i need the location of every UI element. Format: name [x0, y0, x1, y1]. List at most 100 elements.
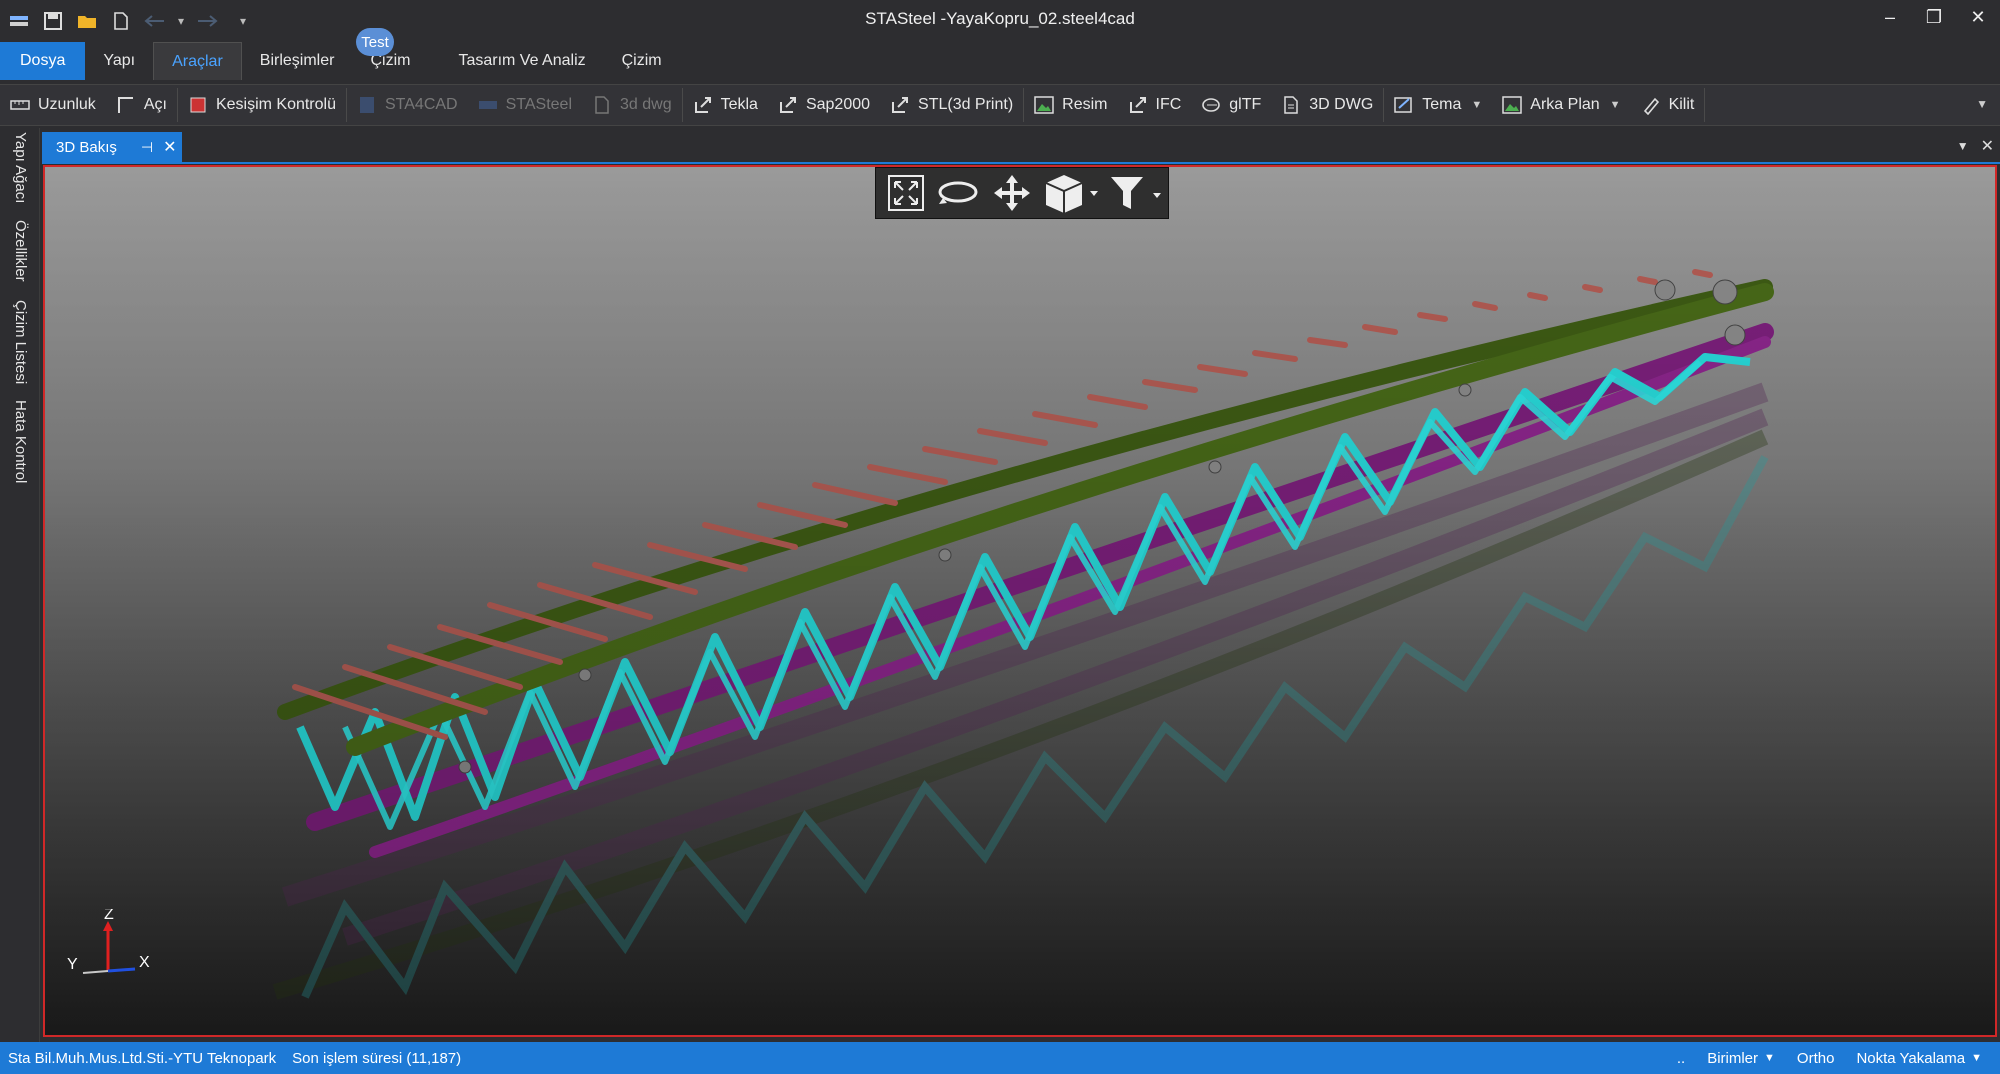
toolbar-separator — [1704, 88, 1706, 122]
kesisim-kontrolu-button[interactable]: Kesişim Kontrolü — [178, 85, 346, 125]
tab-3d-bakis[interactable]: 3D Bakış ⊣ ✕ — [42, 132, 182, 162]
3d-dwg-label: 3D DWG — [1309, 96, 1374, 113]
side-tab-yapi-agaci[interactable]: Yapı Ağacı — [12, 132, 29, 203]
toolbar-overflow-icon[interactable]: ▼ — [1976, 97, 1988, 111]
ifc-label: IFC — [1155, 96, 1182, 113]
chevron-down-icon: ▼ — [1609, 99, 1621, 111]
gltf-icon — [1201, 95, 1221, 115]
clash-check-icon — [188, 95, 208, 115]
snap-label: Nokta Yakalama — [1856, 1049, 1966, 1067]
kilit-button[interactable]: Kilit — [1631, 85, 1705, 125]
3d-dwg-lower-button[interactable]: 3d dwg — [582, 85, 682, 125]
window-title: STASteel -YayaKopru_02.steel4cad — [865, 9, 1135, 28]
3d-viewport[interactable]: Z Y X — [43, 165, 1997, 1037]
side-panel: Yapı Ağacı Özellikler Çizim Listesi Hata… — [0, 128, 40, 1042]
3d-dwg-lower-label: 3d dwg — [620, 96, 672, 113]
image-icon — [1034, 95, 1054, 115]
view-cube-icon[interactable] — [1041, 170, 1103, 216]
document-tab-strip: 3D Bakış ⊣ ✕ ▼ ✕ — [42, 132, 2000, 164]
orbit-icon[interactable] — [934, 170, 984, 216]
sap2000-label: Sap2000 — [805, 96, 871, 113]
filter-icon[interactable] — [1106, 170, 1168, 216]
sta4cad-button[interactable]: STA4CAD — [347, 85, 468, 125]
units-dropdown[interactable]: Birimler ▼ — [1699, 1050, 1783, 1067]
tema-dropdown[interactable]: Tema ▼ — [1384, 85, 1492, 125]
tab-cizim[interactable]: Çizim — [604, 42, 680, 80]
view-tools — [875, 167, 1169, 219]
tekla-label: Tekla — [720, 96, 758, 113]
export-icon — [693, 95, 713, 115]
status-dots: .. — [1676, 1049, 1686, 1067]
tab-birlesimler[interactable]: Birleşimler — [242, 42, 353, 80]
units-label: Birimler — [1707, 1049, 1759, 1067]
gltf-button[interactable]: glTF — [1191, 85, 1271, 125]
tab-araclar[interactable]: Araçlar — [153, 42, 242, 80]
pan-icon[interactable] — [987, 170, 1037, 216]
close-icon[interactable]: ✕ — [1956, 0, 2000, 34]
ifc-button[interactable]: IFC — [1118, 85, 1192, 125]
tab-tasarim-ve-analiz[interactable]: Tasarım Ve Analiz — [428, 42, 603, 80]
arka-plan-dropdown[interactable]: Arka Plan ▼ — [1492, 85, 1630, 125]
gltf-label: glTF — [1229, 96, 1262, 113]
status-bar: Sta Bil.Muh.Mus.Ltd.Sti.-YTU Teknopark S… — [0, 1042, 2000, 1074]
resim-button[interactable]: Resim — [1024, 85, 1117, 125]
resim-label: Resim — [1062, 96, 1108, 113]
status-last-operation: Son işlem süresi (11,187) — [292, 1049, 462, 1067]
dwg-file-icon — [592, 95, 612, 115]
chevron-down-icon: ▼ — [1971, 1052, 1982, 1064]
lock-icon — [1641, 95, 1661, 115]
arka-plan-label: Arka Plan — [1530, 96, 1600, 113]
uzunluk-button[interactable]: Uzunluk — [0, 85, 106, 125]
stasteel-button[interactable]: STASteel — [468, 85, 582, 125]
title-bar: ▾ ▾ STASteel -YayaKopru_02.steel4cad – ❐… — [0, 0, 2000, 40]
tab-strip-underline — [42, 162, 2000, 164]
axis-x-label: X — [139, 954, 150, 971]
bridge-model-render — [45, 167, 1995, 1035]
export-icon — [890, 95, 910, 115]
close-icon[interactable]: ✕ — [1981, 136, 1994, 156]
zoom-extents-icon[interactable] — [882, 170, 930, 216]
chevron-down-icon: ▼ — [1471, 99, 1483, 111]
restore-icon[interactable]: ❐ — [1912, 0, 1956, 34]
snap-dropdown[interactable]: Nokta Yakalama ▼ — [1848, 1050, 1990, 1067]
theme-icon — [1394, 95, 1414, 115]
minimize-icon[interactable]: – — [1868, 0, 1912, 34]
chevron-down-icon: ▼ — [1764, 1052, 1775, 1064]
axis-z-label: Z — [104, 909, 114, 923]
axis-y-label: Y — [67, 956, 78, 973]
side-tab-cizim-listesi[interactable]: Çizim Listesi — [12, 300, 29, 384]
dwg-file-icon — [1281, 95, 1301, 115]
stasteel-label: STASteel — [505, 96, 572, 113]
pin-icon[interactable]: ⊣ — [141, 139, 153, 156]
close-tab-icon[interactable]: ✕ — [163, 137, 176, 157]
background-icon — [1502, 95, 1523, 115]
tools-toolbar: Uzunluk Açı Kesişim Kontrolü STA4CAD STA… — [0, 84, 2000, 126]
status-company: Sta Bil.Muh.Mus.Ltd.Sti.-YTU Teknopark — [8, 1049, 277, 1067]
angle-icon — [116, 95, 136, 115]
tekla-button[interactable]: Tekla — [683, 85, 768, 125]
3d-dwg-button[interactable]: 3D DWG — [1271, 85, 1383, 125]
tab-dosya[interactable]: Dosya — [0, 42, 86, 80]
ortho-toggle[interactable]: Ortho — [1789, 1050, 1843, 1067]
aci-button[interactable]: Açı — [106, 85, 177, 125]
ribbon-tabs: Dosya Yapı Araçlar Birleşimler Çizim Tas… — [0, 42, 2000, 80]
status-right-group: .. Birimler ▼ Ortho Nokta Yakalama ▼ — [1669, 1042, 1990, 1074]
chevron-down-icon[interactable]: ▼ — [1957, 139, 1969, 156]
ruler-icon — [10, 95, 30, 115]
tema-label: Tema — [1422, 96, 1462, 113]
export-icon — [778, 95, 798, 115]
sta4cad-label: STA4CAD — [384, 96, 458, 113]
kesisim-kontrolu-label: Kesişim Kontrolü — [215, 96, 336, 113]
document-strip-controls: ▼ ✕ — [1957, 136, 1994, 156]
tab-yapi[interactable]: Yapı — [85, 42, 153, 80]
stl-button[interactable]: STL(3d Print) — [880, 85, 1023, 125]
export-icon — [1128, 95, 1148, 115]
test-badge: Test — [356, 28, 394, 56]
side-tab-hata-kontrol[interactable]: Hata Kontrol — [12, 400, 29, 483]
stasteel-icon — [478, 95, 498, 115]
side-tab-ozellikler[interactable]: Özellikler — [12, 220, 29, 282]
axis-triad: Z Y X — [67, 909, 150, 974]
tab-3d-bakis-label: 3D Bakış — [56, 138, 117, 156]
sap2000-button[interactable]: Sap2000 — [768, 85, 880, 125]
window-controls: – ❐ ✕ — [1868, 0, 2000, 34]
